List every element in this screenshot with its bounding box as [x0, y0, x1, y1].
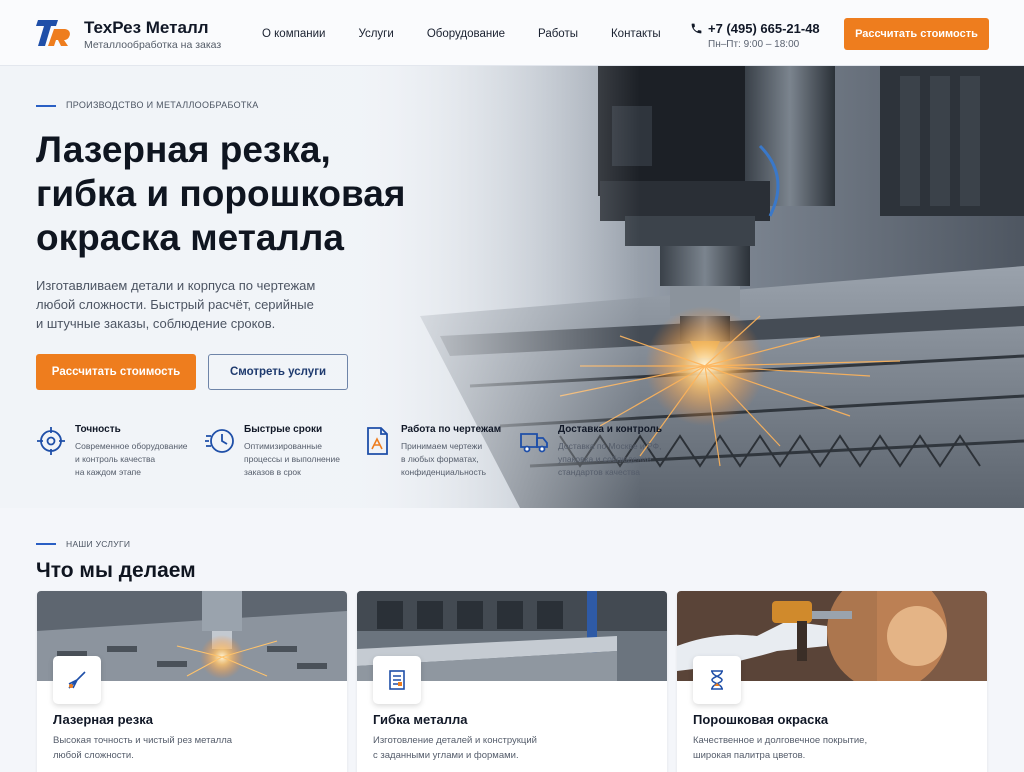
service-card-description-line: любой сложности. — [53, 750, 134, 761]
service-card-description: Высокая точность и чистый рез металла лю… — [53, 733, 243, 763]
drawing-document-icon — [367, 427, 388, 455]
hero-calculate-button[interactable]: Рассчитать стоимость — [36, 354, 196, 390]
service-card-description: Изготовление деталей и конструкций с зад… — [373, 733, 563, 763]
feature-description-line: конфиденциальность — [401, 467, 487, 477]
clock-speed-icon — [205, 429, 234, 453]
hero-description-line: любой сложности. Быстрый расчёт, серийны… — [36, 297, 314, 312]
brand-name[interactable]: ТехРез Металл — [84, 18, 209, 38]
feature-description-line: стандартов качества — [558, 467, 640, 477]
service-card-description-line: широкая палитра цветов. — [693, 750, 806, 761]
main-nav: О компании Услуги Оборудование Работы Ко… — [262, 28, 694, 40]
eyebrow-accent-line — [36, 543, 56, 545]
delivery-truck-icon — [520, 433, 548, 453]
feature-description-line: Оптимизированные — [244, 441, 322, 451]
service-card-description-line: Качественное и долговечное покрытие, — [693, 735, 868, 746]
feature-title: Быстрые сроки — [244, 424, 323, 435]
phone-icon — [691, 23, 702, 34]
service-card-powder-coating[interactable]: Порошковая окраска Качественное и долгов… — [677, 591, 987, 772]
hero-title-line: гибка и порошковая — [36, 173, 406, 214]
service-card-title: Порошковая окраска — [693, 712, 829, 727]
nav-item-contacts[interactable]: Контакты — [611, 28, 661, 40]
paint-icon — [693, 656, 741, 704]
laser-icon — [53, 656, 101, 704]
nav-item-about[interactable]: О компании — [262, 28, 325, 40]
service-card-description: Качественное и долговечное покрытие, шир… — [693, 733, 883, 763]
site-header: ТехРез Металл Металлообработка на заказ … — [0, 0, 1024, 66]
service-card-bending[interactable]: Гибка металла Изготовление деталей и кон… — [357, 591, 667, 772]
feature-description: Оптимизированные процессы и выполнение з… — [244, 440, 379, 479]
feature-description-line: в любых форматах, — [401, 454, 479, 464]
hero-description: Изготавливаем детали и корпуса по чертеж… — [36, 276, 336, 333]
service-card-description-line: Высокая точность и чистый рез металла — [53, 735, 233, 746]
feature-title: Работа по чертежам — [401, 424, 502, 435]
hero-title: Лазерная резка, гибка и порошковая окрас… — [36, 128, 476, 260]
hero-description-line: Изготавливаем детали и корпуса по чертеж… — [36, 278, 316, 293]
nav-item-works[interactable]: Работы — [538, 28, 578, 40]
services-title: Что мы делаем — [36, 559, 196, 582]
brand-tagline: Металлообработка на заказ — [84, 39, 222, 51]
service-card-title: Лазерная резка — [53, 712, 153, 727]
feature-description-line: Принимаем чертежи — [401, 441, 483, 451]
service-card-title: Гибка металла — [373, 712, 468, 727]
hero-eyebrow: ПРОИЗВОДСТВО И МЕТАЛЛООБРАБОТКА — [66, 100, 259, 110]
eyebrow-accent-line — [36, 105, 56, 107]
service-card-laser[interactable]: Лазерная резка Высокая точность и чистый… — [37, 591, 347, 772]
phone-number[interactable]: +7 (495) 665-21-48 — [708, 21, 820, 36]
feature-title: Доставка и контроль — [558, 424, 663, 435]
working-hours: Пн–Пт: 9:00 – 18:00 — [708, 39, 800, 50]
brand-logo[interactable] — [36, 17, 72, 49]
header-calculate-button[interactable]: Рассчитать стоимость — [844, 18, 989, 50]
blueprint-icon — [373, 656, 421, 704]
nav-item-equipment[interactable]: Оборудование — [427, 28, 505, 40]
crosshair-icon — [37, 427, 65, 455]
feature-description-line: заказов в срок — [244, 467, 301, 477]
feature-title: Точность — [75, 424, 121, 435]
feature-description-line: на каждом этапе — [75, 467, 141, 477]
service-card-description-line: с заданными углами и формами. — [373, 750, 519, 761]
feature-description: Доставка по Москве и РФ, упаковка и собл… — [558, 440, 693, 479]
hero-title-line: окраска металла — [36, 217, 344, 258]
feature-description-line: упаковка и соблюдение — [558, 454, 652, 464]
hero-description-line: и штучные заказы, соблюдение сроков. — [36, 316, 276, 331]
feature-description: Современное оборудование и контроль каче… — [75, 440, 210, 479]
service-card-description-line: Изготовление деталей и конструкций — [373, 735, 537, 746]
feature-description-line: процессы и выполнение — [244, 454, 340, 464]
hero-services-button[interactable]: Смотреть услуги — [208, 354, 348, 390]
feature-description-line: Современное оборудование — [75, 441, 188, 451]
feature-description: Принимаем чертежи в любых форматах, конф… — [401, 440, 536, 479]
feature-description-line: и контроль качества — [75, 454, 156, 464]
feature-description-line: Доставка по Москве и РФ, — [558, 441, 662, 451]
services-eyebrow: НАШИ УСЛУГИ — [66, 539, 131, 549]
hero-title-line: Лазерная резка, — [36, 129, 331, 170]
nav-item-services[interactable]: Услуги — [358, 28, 393, 40]
